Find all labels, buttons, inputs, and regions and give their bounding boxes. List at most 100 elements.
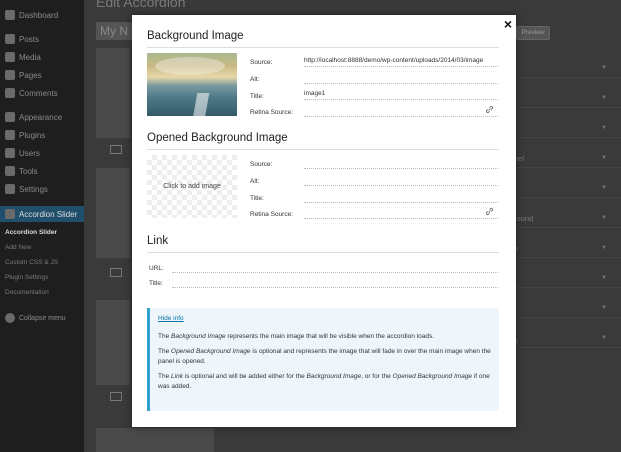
pages-icon bbox=[5, 70, 15, 80]
link-title-label: Title: bbox=[149, 280, 163, 287]
link-icon[interactable] bbox=[485, 105, 494, 114]
alt-field[interactable] bbox=[304, 73, 498, 84]
sidebar-item-appearance[interactable]: Appearance bbox=[0, 109, 84, 125]
sidebar-item-comments[interactable]: Comments bbox=[0, 85, 84, 101]
sidebar-item-label: Posts bbox=[19, 34, 40, 44]
image-icon[interactable] bbox=[110, 145, 122, 154]
divider bbox=[147, 47, 499, 48]
sidebar-item-pages[interactable]: Pages bbox=[0, 67, 84, 83]
caret-down-icon: ▼ bbox=[601, 125, 607, 131]
sidebar-item-label: Pages bbox=[19, 70, 42, 80]
sidebar-item-label: Plugins bbox=[19, 130, 46, 140]
background-image-preview[interactable] bbox=[147, 53, 237, 116]
link-title-field[interactable] bbox=[172, 277, 498, 288]
sidebar-item-label: Users bbox=[19, 148, 40, 158]
settings-row[interactable]: ▼ bbox=[516, 148, 621, 168]
sidebar-item-label: Tools bbox=[19, 166, 38, 176]
info-paragraph: The Link is optional and will be added e… bbox=[158, 373, 490, 390]
opened-source-field[interactable] bbox=[304, 158, 498, 169]
sidebar-item-posts[interactable]: Posts bbox=[0, 31, 84, 47]
caret-down-icon: ▼ bbox=[601, 65, 607, 71]
sidebar-item-users[interactable]: Users bbox=[0, 145, 84, 161]
link-icon[interactable] bbox=[485, 207, 494, 216]
caret-down-icon: ▼ bbox=[601, 95, 607, 101]
close-button[interactable]: × bbox=[504, 16, 512, 32]
collapse-menu[interactable]: Collapse menu bbox=[0, 310, 84, 326]
title-label: Title: bbox=[250, 93, 264, 100]
image-icon[interactable] bbox=[110, 268, 122, 277]
panel-thumbnail[interactable] bbox=[96, 428, 214, 452]
sidebar-item-plugins[interactable]: Plugins bbox=[0, 127, 84, 143]
comments-icon bbox=[5, 88, 15, 98]
opened-background-image-title: Opened Background Image bbox=[147, 132, 288, 144]
settings-row[interactable]: ▼ bbox=[516, 88, 621, 108]
add-image-placeholder[interactable]: Click to add image bbox=[147, 155, 237, 218]
info-paragraph: The Background Image represents the main… bbox=[158, 332, 435, 340]
background-image-modal: × Background Image Source: http://localh… bbox=[132, 15, 516, 427]
sidebar-item-tools[interactable]: Tools bbox=[0, 163, 84, 179]
users-icon bbox=[5, 148, 15, 158]
submenu-accordion-slider[interactable]: Accordion Slider bbox=[5, 229, 57, 236]
opened-title-field[interactable] bbox=[304, 192, 498, 203]
retina-source-label: Retina Source: bbox=[250, 211, 293, 218]
media-icon bbox=[5, 52, 15, 62]
info-paragraph: The Opened Background Image is optional … bbox=[158, 348, 491, 365]
caret-down-icon: ▼ bbox=[601, 155, 607, 161]
url-label: URL: bbox=[149, 265, 164, 272]
retina-source-field[interactable] bbox=[304, 106, 498, 117]
settings-icon bbox=[5, 184, 15, 194]
submenu-documentation[interactable]: Documentation bbox=[5, 289, 49, 296]
hide-info-link[interactable]: Hide info bbox=[158, 314, 184, 324]
accordion-icon bbox=[5, 209, 15, 219]
title-field[interactable]: image1 bbox=[304, 89, 498, 100]
source-label: Source: bbox=[250, 161, 273, 168]
source-field[interactable]: http://localhost:8888/demo/wp-content/up… bbox=[304, 56, 498, 67]
alt-label: Alt: bbox=[250, 178, 260, 185]
info-box: Hide info The Background Image represent… bbox=[147, 308, 499, 411]
caret-down-icon: ▼ bbox=[601, 275, 607, 281]
caret-down-icon: ▼ bbox=[601, 215, 607, 221]
caret-down-icon: ▼ bbox=[601, 335, 607, 341]
source-label: Source: bbox=[250, 59, 273, 66]
admin-sidebar: Dashboard Posts Media Pages Comments App… bbox=[0, 0, 84, 452]
divider bbox=[147, 149, 499, 150]
appearance-icon bbox=[5, 112, 15, 122]
sidebar-item-settings[interactable]: Settings bbox=[0, 181, 84, 197]
panel-thumbnail[interactable] bbox=[96, 300, 130, 385]
caret-down-icon: ▼ bbox=[601, 305, 607, 311]
settings-row[interactable]: ▼ bbox=[516, 58, 621, 78]
sidebar-item-accordion-slider[interactable]: Accordion Slider bbox=[0, 206, 84, 222]
sidebar-item-label: Media bbox=[19, 52, 41, 62]
panel-thumbnail[interactable] bbox=[96, 48, 130, 138]
pin-icon bbox=[5, 34, 15, 44]
collapse-label: Collapse menu bbox=[19, 314, 66, 322]
accordion-title-input[interactable]: My N bbox=[96, 22, 136, 40]
sidebar-item-label: Dashboard bbox=[19, 10, 59, 20]
page-heading: Edit Accordion bbox=[96, 0, 186, 10]
collapse-icon bbox=[5, 313, 15, 323]
opened-retina-source-field[interactable] bbox=[304, 208, 498, 219]
settings-row[interactable]: ▼ bbox=[516, 298, 621, 318]
settings-row[interactable]: ▼ bbox=[516, 118, 621, 138]
image-icon[interactable] bbox=[110, 392, 122, 401]
settings-row[interactable]: ▼ bbox=[516, 328, 621, 348]
url-field[interactable] bbox=[172, 262, 498, 273]
panel-thumbnail[interactable] bbox=[96, 168, 130, 258]
submenu-custom-css-js[interactable]: Custom CSS & JS bbox=[5, 259, 58, 266]
link-title: Link bbox=[147, 235, 169, 247]
settings-row[interactable]: ▼ bbox=[516, 238, 621, 258]
settings-row[interactable]: ▼ bbox=[516, 178, 621, 198]
sidebar-item-media[interactable]: Media bbox=[0, 49, 84, 65]
plugins-icon bbox=[5, 130, 15, 140]
sidebar-item-label: Settings bbox=[19, 184, 48, 194]
settings-row[interactable]: ▼ bbox=[516, 268, 621, 288]
preview-button[interactable]: Preview bbox=[516, 26, 550, 40]
retina-source-label: Retina Source: bbox=[250, 109, 293, 116]
submenu-add-new[interactable]: Add New bbox=[5, 244, 31, 251]
tools-icon bbox=[5, 166, 15, 176]
submenu-plugin-settings[interactable]: Plugin Settings bbox=[5, 274, 48, 281]
sidebar-item-dashboard[interactable]: Dashboard bbox=[0, 7, 84, 23]
opened-alt-field[interactable] bbox=[304, 175, 498, 186]
sidebar-item-label: Comments bbox=[19, 88, 58, 98]
background-image-title: Background Image bbox=[147, 30, 244, 42]
